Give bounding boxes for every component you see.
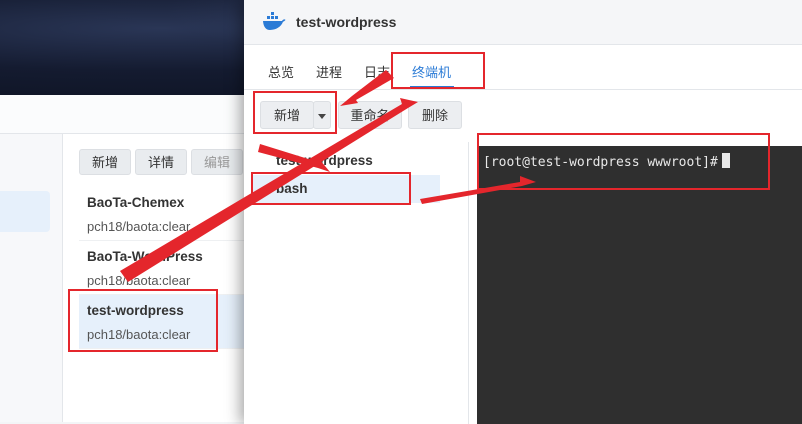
docker-whale-icon: [262, 12, 286, 35]
tab-bar: 总览 进程 日志 终端机: [244, 45, 802, 90]
annotation-box-new-button: [253, 91, 337, 134]
container-toolbar: 新增 详情 编辑: [79, 149, 247, 175]
session-item[interactable]: test-wordpress: [252, 147, 440, 175]
container-row[interactable]: BaoTa-Chemex pch18/baota:clear: [79, 187, 249, 241]
container-detail-window: test-wordpress 总览 进程 日志 终端机 新增 重命名 删除 te…: [244, 0, 802, 424]
tab-log[interactable]: 日志: [364, 62, 390, 81]
window-title: test-wordpress: [296, 14, 397, 30]
sidebar-item-container[interactable]: [0, 191, 50, 232]
annotation-box-container: [68, 289, 218, 352]
window-titlebar[interactable]: test-wordpress: [244, 0, 802, 45]
annotation-box-bash-session: [251, 172, 411, 205]
container-image: pch18/baota:clear: [87, 273, 191, 288]
delete-button[interactable]: 删除: [408, 101, 462, 129]
container-name: BaoTa-WordPress: [87, 249, 203, 264]
tab-process[interactable]: 进程: [316, 62, 342, 81]
tab-overview[interactable]: 总览: [268, 62, 294, 81]
rename-button[interactable]: 重命名: [338, 101, 402, 129]
annotation-box-terminal-prompt: [477, 133, 770, 190]
detail-button[interactable]: 详情: [135, 149, 188, 175]
annotation-box-terminal-tab: [391, 52, 485, 89]
container-image: pch18/baota:clear: [87, 219, 191, 234]
edit-button[interactable]: 编辑: [191, 149, 244, 175]
container-row[interactable]: BaoTa-WordPress pch18/baota:clear: [79, 241, 249, 295]
new-container-button[interactable]: 新增: [79, 149, 132, 175]
container-manager-sidebar: [0, 134, 63, 422]
container-name: BaoTa-Chemex: [87, 195, 185, 210]
